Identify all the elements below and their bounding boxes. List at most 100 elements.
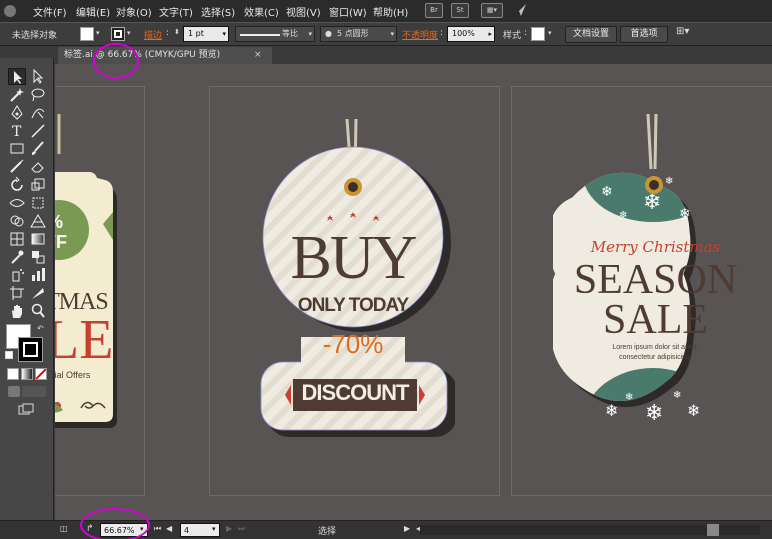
draw-normal-icon[interactable] <box>8 386 20 397</box>
scrollbar-thumb[interactable] <box>707 524 719 536</box>
svg-text:❄: ❄ <box>625 392 633 403</box>
menu-effect[interactable]: 效果(C) <box>244 4 279 19</box>
zoom-tool-icon[interactable] <box>29 302 47 319</box>
type-tool-icon[interactable]: T <box>8 122 26 139</box>
menu-view[interactable]: 视图(V) <box>286 4 321 19</box>
opacity-input[interactable]: 100% ▸ <box>447 26 495 42</box>
perspective-grid-tool-icon[interactable] <box>29 212 47 229</box>
fill-swatch[interactable] <box>80 27 94 41</box>
gpu-performance-icon[interactable] <box>513 3 527 17</box>
rotate-tool-icon[interactable] <box>8 176 26 193</box>
previous-artboard-icon[interactable]: ◀ <box>166 524 172 533</box>
hand-tool-icon[interactable] <box>8 302 26 319</box>
tag2-discount-text: DISCOUNT <box>301 380 410 405</box>
last-artboard-icon[interactable]: ⏭ <box>238 524 245 534</box>
stroke-swatch[interactable] <box>111 27 125 41</box>
artboard-tool-icon[interactable] <box>8 284 26 301</box>
align-menu-icon[interactable]: ⊞▾ <box>676 26 689 37</box>
arrange-documents-icon[interactable]: ▦▾ <box>481 3 503 18</box>
stroke-color-box[interactable] <box>18 337 43 362</box>
tag1-special-offers: ecial Offers <box>55 370 91 380</box>
direct-selection-tool-icon[interactable] <box>29 68 47 85</box>
menu-window[interactable]: 窗口(W) <box>329 4 367 19</box>
illustrator-window: 文件(F) 编辑(E) 对象(O) 文字(T) 选择(S) 效果(C) 视图(V… <box>0 0 772 539</box>
status-menu-arrow-icon[interactable]: ▶ <box>404 524 410 533</box>
pen-tool-icon[interactable] <box>8 104 26 121</box>
screen-mode-icon[interactable] <box>18 403 34 415</box>
stroke-colon: : <box>166 28 170 38</box>
menu-help[interactable]: 帮助(H) <box>373 4 408 19</box>
blend-tool-icon[interactable] <box>29 248 47 265</box>
stroke-dropdown-arrow-icon[interactable]: ▾ <box>127 29 131 37</box>
graphic-style-swatch[interactable] <box>531 27 545 41</box>
line-segment-tool-icon[interactable] <box>29 122 47 139</box>
next-artboard-icon[interactable]: ▶ <box>226 524 232 533</box>
season-sale-tag[interactable]: ❄ ❄ ❄ ❄ ❄ ❄ ❄ ❄ ❄ ❄ Merry Christmas SEAS… <box>553 114 772 444</box>
rectangle-tool-icon[interactable] <box>8 140 26 157</box>
close-icon[interactable]: × <box>254 47 262 64</box>
opacity-label[interactable]: 不透明度 <box>402 28 438 41</box>
chevron-down-icon: ▾ <box>308 30 312 38</box>
document-tab[interactable]: 标签.ai @ 66.67% (CMYK/GPU 预览) <box>58 47 272 64</box>
christmas-sale-tag-left[interactable]: % FF TMAS LE ecial Offers <box>55 114 145 444</box>
bridge-icon[interactable]: Br <box>425 3 443 18</box>
svg-text:❄: ❄ <box>601 184 613 200</box>
panel-grip[interactable] <box>0 46 54 58</box>
page-chevron-down-icon[interactable]: ▾ <box>212 525 216 533</box>
svg-text:❄: ❄ <box>687 401 700 420</box>
brush-definition[interactable]: ● 5 点圆形 ▾ <box>320 26 397 42</box>
paintbrush-tool-icon[interactable] <box>29 140 47 157</box>
curvature-tool-icon[interactable] <box>29 104 47 121</box>
zoom-highlight-annotation <box>93 43 139 79</box>
stroke-weight-input[interactable]: 1 pt ▾ <box>183 26 229 42</box>
opacity-value: 100% <box>452 29 475 38</box>
stock-icon[interactable]: St <box>451 3 469 18</box>
first-artboard-icon[interactable]: ⏮ <box>154 524 161 534</box>
stroke-stepper-icon[interactable]: ⬍ <box>174 28 180 36</box>
tag3-season-text: SEASON <box>573 257 738 303</box>
buy-discount-tag[interactable]: BUY ONLY TODAY -70% DISCOUNT <box>255 119 455 439</box>
eraser-tool-icon[interactable] <box>29 158 47 175</box>
slice-tool-icon[interactable] <box>29 284 47 301</box>
style-dropdown-arrow-icon[interactable]: ▾ <box>548 29 552 37</box>
none-mode-icon[interactable] <box>35 368 47 380</box>
svg-text:❄: ❄ <box>605 401 618 420</box>
document-setup-button[interactable]: 文档设置 <box>565 26 617 43</box>
lasso-tool-icon[interactable] <box>29 86 47 103</box>
menu-type[interactable]: 文字(T) <box>159 4 193 19</box>
gradient-mode-icon[interactable] <box>21 368 33 380</box>
scale-tool-icon[interactable] <box>29 176 47 193</box>
fill-dropdown-arrow-icon[interactable]: ▾ <box>96 29 100 37</box>
holly-ornament-icon <box>55 401 106 413</box>
current-tool-status: 选择 <box>318 527 337 537</box>
brush-dot-icon: ● <box>325 29 332 38</box>
preferences-button[interactable]: 首选项 <box>620 26 668 43</box>
column-graph-tool-icon[interactable] <box>29 266 47 283</box>
gradient-tool-icon[interactable] <box>29 230 47 247</box>
selection-tool-icon[interactable] <box>8 68 26 85</box>
swap-fill-stroke-icon[interactable]: ↶ <box>37 324 44 333</box>
width-tool-icon[interactable] <box>8 194 26 211</box>
tag2-percent-text: -70% <box>322 329 384 359</box>
chevron-down-icon: ▾ <box>222 30 226 38</box>
canvas-area[interactable]: % FF TMAS LE ecial Offers <box>55 64 772 520</box>
variable-width-profile[interactable]: 等比 ▾ <box>235 26 315 42</box>
menu-edit[interactable]: 编辑(E) <box>76 4 110 19</box>
menu-select[interactable]: 选择(S) <box>201 4 235 19</box>
mesh-tool-icon[interactable] <box>8 230 26 247</box>
menu-file[interactable]: 文件(F) <box>33 4 67 19</box>
menu-object[interactable]: 对象(O) <box>116 4 152 19</box>
artboard-nav-icon[interactable]: ◫ <box>60 524 68 533</box>
tag1-sale-text: LE <box>55 309 114 371</box>
default-fill-stroke-icon[interactable] <box>5 351 13 359</box>
tag3-lorem-line2: consectetur adipisicing. <box>619 354 692 361</box>
stroke-label[interactable]: 描边 <box>144 28 162 41</box>
color-mode-icon[interactable] <box>7 368 19 380</box>
symbol-sprayer-tool-icon[interactable] <box>8 266 26 283</box>
shaper-tool-icon[interactable] <box>8 158 26 175</box>
eyedropper-tool-icon[interactable] <box>8 248 26 265</box>
magic-wand-tool-icon[interactable] <box>8 86 26 103</box>
draw-mode-menu-icon[interactable] <box>22 386 46 397</box>
shape-builder-tool-icon[interactable] <box>8 212 26 229</box>
free-transform-tool-icon[interactable] <box>29 194 47 211</box>
